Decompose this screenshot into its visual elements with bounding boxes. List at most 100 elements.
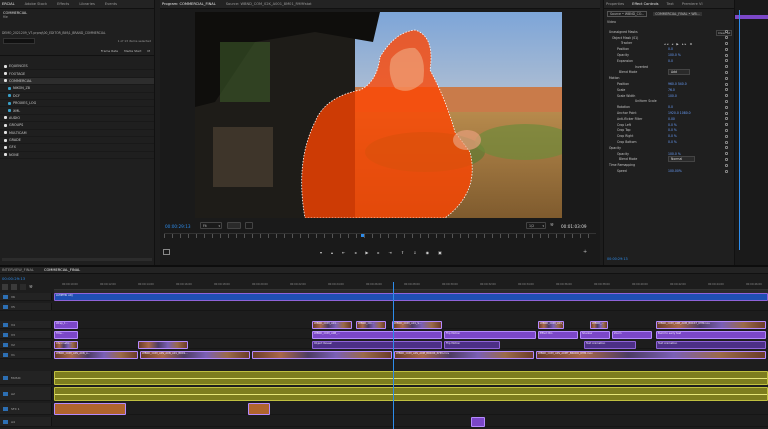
keyframe-toggle-icon[interactable] bbox=[725, 152, 728, 156]
wrench-icon[interactable]: ⚒ bbox=[550, 222, 554, 227]
timeline-clip[interactable]: Chromatic... bbox=[54, 341, 78, 349]
track-header[interactable]: V1 bbox=[0, 351, 52, 358]
lift-icon[interactable]: ⇑ bbox=[401, 250, 404, 255]
tab-adobe-stock[interactable]: Adobe Stock bbox=[25, 2, 47, 6]
keyframe-toggle-icon[interactable] bbox=[725, 169, 728, 173]
keyframe-toggle-icon[interactable] bbox=[725, 30, 728, 34]
fx-property-value[interactable]: 100.0 % bbox=[668, 53, 681, 57]
track-target-icon[interactable] bbox=[3, 352, 8, 357]
bin-item[interactable]: XML bbox=[0, 107, 154, 115]
keyframe-toggle-icon[interactable] bbox=[725, 134, 728, 138]
search-input[interactable] bbox=[3, 38, 35, 44]
program-ruler[interactable] bbox=[164, 233, 596, 238]
bin-item[interactable]: MULTICAM bbox=[0, 130, 154, 137]
track-target-icon[interactable] bbox=[3, 342, 8, 347]
keyframe-toggle-icon[interactable] bbox=[725, 76, 728, 80]
go-to-in-icon[interactable]: ⇤ bbox=[342, 250, 345, 255]
timeline-clip[interactable]: Flip Motion bbox=[444, 331, 536, 339]
export-frame-icon[interactable]: ◉ bbox=[426, 250, 430, 255]
timeline-clip[interactable]: Wrap_t... bbox=[54, 321, 78, 329]
fx-property-value[interactable]: 100.0 % bbox=[668, 152, 681, 156]
keyframe-toggle-icon[interactable] bbox=[725, 146, 728, 150]
audio-clip[interactable] bbox=[54, 371, 768, 385]
fit-dropdown[interactable]: Fit ▾ bbox=[200, 222, 222, 229]
tab-effects[interactable]: Effects bbox=[57, 2, 69, 6]
bin-item[interactable]: GFX bbox=[0, 144, 154, 152]
view-options-button[interactable] bbox=[227, 222, 241, 229]
keyframe-toggle-icon[interactable] bbox=[725, 94, 728, 98]
keyframe-toggle-icon[interactable] bbox=[725, 123, 728, 127]
playhead-marker[interactable] bbox=[361, 234, 364, 237]
keyframe-toggle-icon[interactable] bbox=[725, 88, 728, 92]
keyframe-toggle-icon[interactable] bbox=[725, 65, 728, 69]
bin-item[interactable]: PROXIES_LOG bbox=[0, 100, 154, 108]
keyframe-toggle-icon[interactable] bbox=[725, 36, 728, 40]
fx-property-row[interactable]: Speed 100.00% bbox=[604, 168, 734, 174]
fx-property-value[interactable]: 1920.0 1080.0 bbox=[668, 111, 691, 115]
timeline-clip[interactable]: Zoom bbox=[612, 331, 652, 339]
track-target-icon[interactable] bbox=[3, 406, 8, 411]
bin-item[interactable]: NONE bbox=[0, 152, 154, 160]
timeline-clip[interactable]: WBND_COM_A01_S... bbox=[392, 321, 442, 329]
keyframe-toggle-icon[interactable] bbox=[725, 117, 728, 121]
step-back-icon[interactable]: ◂ bbox=[354, 250, 356, 255]
track-target-icon[interactable] bbox=[3, 375, 8, 380]
timeline-clip[interactable] bbox=[252, 351, 392, 359]
timeline-clip[interactable]: WBND_COM_A01_... bbox=[538, 321, 564, 329]
column-frame-rate[interactable]: Frame Rate bbox=[101, 49, 118, 53]
keyframe-toggle-icon[interactable] bbox=[725, 59, 728, 63]
fx-sequence[interactable]: COMMERCIAL_FINAL • WB... bbox=[653, 12, 702, 16]
mark-in-icon[interactable]: ▾ bbox=[320, 250, 322, 255]
fx-property-value[interactable]: 0.0 % bbox=[668, 128, 677, 132]
fx-property-value[interactable]: 0.0 bbox=[668, 47, 673, 51]
keyframe-toggle-icon[interactable] bbox=[725, 157, 728, 161]
track-target-icon[interactable] bbox=[3, 332, 8, 337]
wrench-icon[interactable]: ⚒ bbox=[29, 284, 33, 290]
add-marker-icon[interactable] bbox=[20, 284, 26, 290]
timeline-ruler[interactable]: 00:00:10:00 00:00:12:00 00:00:14:00 00:00:1… bbox=[54, 282, 768, 290]
keyframe-toggle-icon[interactable] bbox=[725, 128, 728, 132]
tab-properties[interactable]: Properties bbox=[606, 2, 624, 6]
timeline-clip[interactable]: Shadow bbox=[580, 331, 610, 339]
sfx-clip[interactable] bbox=[248, 403, 270, 415]
track-header[interactable]: MUSIC bbox=[0, 371, 52, 384]
comparison-view-icon[interactable]: ▣ bbox=[438, 250, 442, 255]
keyframe-toggle-icon[interactable] bbox=[725, 140, 728, 144]
fx-source[interactable]: Source • WBND_CO... bbox=[607, 11, 648, 17]
track-header[interactable]: V3 bbox=[0, 331, 52, 338]
keyframe-toggle-icon[interactable] bbox=[725, 53, 728, 57]
audio-clip[interactable] bbox=[54, 387, 768, 401]
timeline-clip[interactable]: Title... bbox=[54, 331, 78, 339]
timeline-clip[interactable] bbox=[138, 341, 188, 349]
fx-property-value[interactable]: 76.0 bbox=[668, 88, 675, 92]
add-button-icon[interactable]: + bbox=[583, 249, 587, 255]
keyframe-toggle-icon[interactable] bbox=[725, 163, 728, 167]
track-header[interactable]: SFX 1 bbox=[0, 403, 52, 414]
track-header[interactable]: V6 bbox=[0, 293, 52, 300]
track-target-icon[interactable] bbox=[3, 322, 8, 327]
tab-libraries[interactable]: Libraries bbox=[79, 2, 95, 6]
bin-item[interactable]: NIKON_Z8 bbox=[0, 85, 154, 93]
fx-property-value[interactable]: 0.00 bbox=[668, 117, 675, 121]
timeline-clip[interactable]: Text Animation bbox=[656, 341, 766, 349]
fx-property-value[interactable]: 100.0 bbox=[668, 94, 677, 98]
tab-text[interactable]: Text bbox=[667, 2, 674, 6]
timeline-clip[interactable]: WBND_COM_A0S_A0MT_BRKDR_RHM.mov bbox=[536, 351, 766, 359]
safe-margins-button[interactable] bbox=[245, 222, 253, 229]
timeline-clip[interactable]: Build to early test bbox=[656, 331, 766, 339]
keyframe-toggle-icon[interactable] bbox=[725, 41, 728, 45]
sfx-clip[interactable] bbox=[471, 417, 485, 427]
keyframe-toggle-icon[interactable] bbox=[725, 111, 728, 115]
play-icon[interactable]: ▶ bbox=[365, 250, 368, 255]
timeline-clip[interactable]: WBND_COM_A0S_A0N_A... bbox=[54, 351, 138, 359]
tab-project[interactable]: ERCIAL bbox=[2, 2, 15, 6]
track-target-icon[interactable] bbox=[3, 391, 8, 396]
mark-out-icon[interactable]: ▴ bbox=[331, 250, 333, 255]
extract-icon[interactable]: ⇓ bbox=[413, 250, 416, 255]
timeline-clip[interactable]: WBND_CO... bbox=[356, 321, 386, 329]
bin-item[interactable]: GROUPS bbox=[0, 122, 154, 130]
adjustment-clip[interactable]: LUMETRI ADJ bbox=[54, 293, 768, 301]
timeline-playhead[interactable] bbox=[393, 282, 394, 429]
fx-property-value[interactable]: 960.0 540.0 bbox=[668, 82, 687, 86]
bin-item[interactable]: COMMERCIAL bbox=[0, 77, 154, 86]
